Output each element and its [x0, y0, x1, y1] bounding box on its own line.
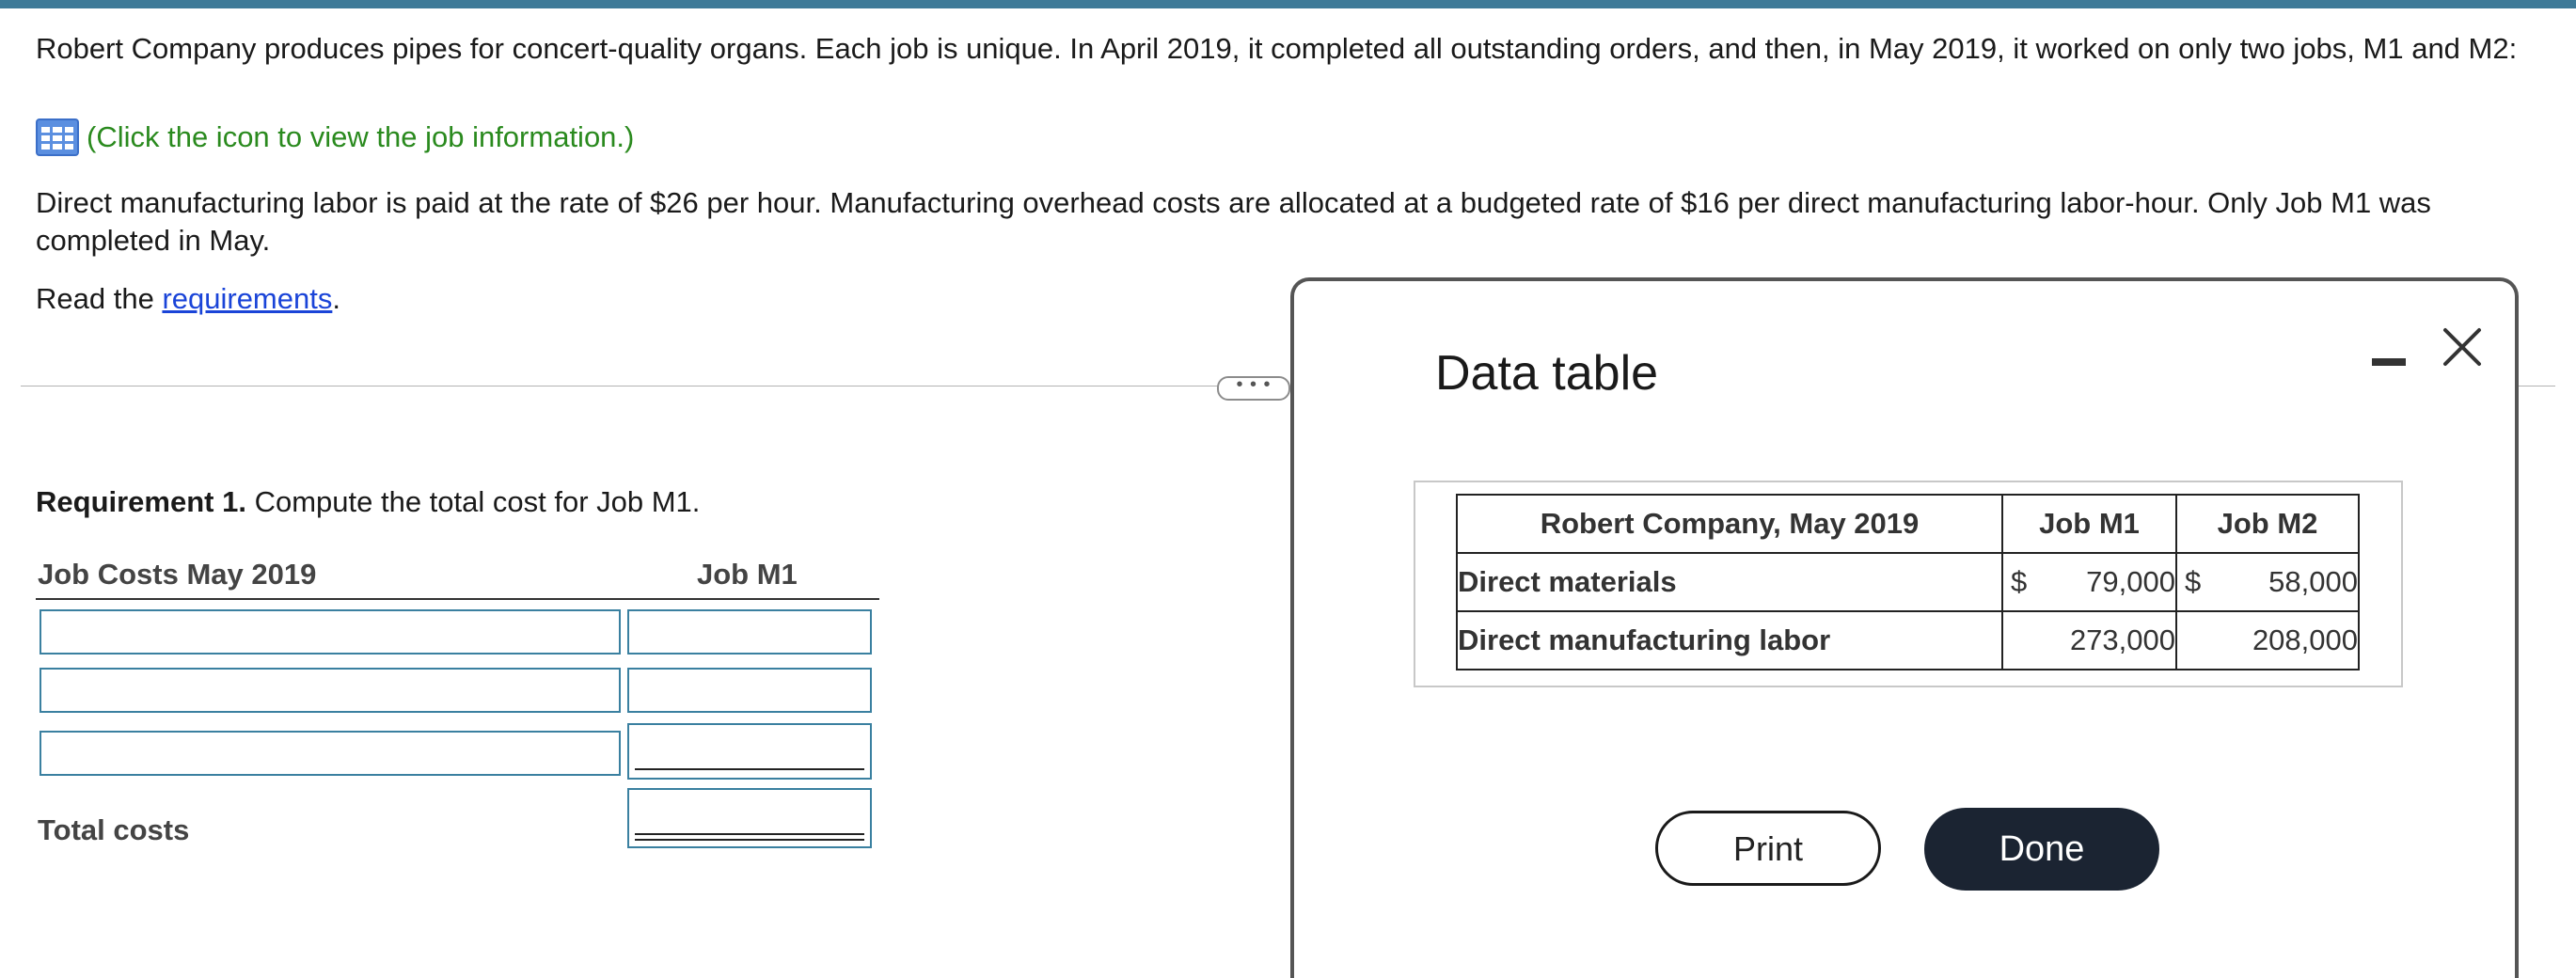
read-prefix: Read the — [36, 282, 163, 315]
job-costs-header: Job Costs May 2019 — [38, 558, 317, 591]
job-m1-header: Job M1 — [697, 558, 798, 591]
job-info-table: Robert Company, May 2019 Job M1 Job M2 D… — [1456, 494, 2360, 670]
cost-label-input-3[interactable] — [40, 731, 621, 776]
total-costs-input[interactable] — [627, 788, 872, 848]
job-info-link[interactable]: (Click the icon to view the job informat… — [87, 120, 634, 154]
currency-symbol: $ — [2185, 565, 2202, 598]
data-table-container: Robert Company, May 2019 Job M1 Job M2 D… — [1414, 481, 2403, 687]
table-header-job-m2: Job M2 — [2175, 494, 2360, 554]
cell-m2: 208,000 — [2175, 610, 2360, 670]
close-icon[interactable] — [2436, 321, 2489, 373]
expand-dots-button[interactable]: • • • — [1217, 375, 1290, 401]
cell-m1: $79,000 — [2001, 552, 2177, 612]
requirement-text: Compute the total cost for Job M1. — [245, 485, 701, 518]
data-table-icon[interactable] — [36, 118, 79, 156]
cost-label-input-1[interactable] — [40, 609, 621, 655]
top-accent-bar — [0, 0, 2576, 8]
dialog-title: Data table — [1435, 346, 1659, 401]
requirement-number: Requirement 1. — [36, 485, 246, 518]
cost-amount-input-1[interactable] — [627, 609, 872, 655]
cell-value: 58,000 — [2268, 565, 2358, 598]
cost-amount-input-2[interactable] — [627, 668, 872, 713]
job-info-link-row[interactable]: (Click the icon to view the job informat… — [36, 118, 634, 156]
requirement-1-prompt: Requirement 1. Compute the total cost fo… — [36, 483, 700, 521]
cell-value: 208,000 — [2252, 623, 2358, 656]
cell-value: 273,000 — [2069, 623, 2175, 656]
cost-amount-input-3[interactable] — [627, 723, 872, 780]
table-row: Direct materials $79,000 $58,000 — [1456, 552, 2360, 612]
cell-m1: 273,000 — [2001, 610, 2177, 670]
currency-symbol: $ — [2011, 565, 2028, 598]
minimize-icon[interactable] — [2368, 339, 2410, 381]
data-table-dialog: Data table Robert Company, May 2019 Job … — [1290, 277, 2519, 978]
table-header-job-m1: Job M1 — [2001, 494, 2177, 554]
table-header-company: Robert Company, May 2019 — [1456, 494, 2003, 554]
labor-overhead-text: Direct manufacturing labor is paid at th… — [36, 186, 2431, 257]
table-row: Direct manufacturing labor 273,000 208,0… — [1456, 610, 2360, 670]
problem-intro-text: Robert Company produces pipes for concer… — [36, 32, 2518, 65]
requirements-link[interactable]: requirements — [162, 282, 332, 315]
cell-value: 79,000 — [2086, 565, 2175, 598]
done-button[interactable]: Done — [1924, 808, 2159, 891]
print-button[interactable]: Print — [1655, 811, 1881, 886]
row-label: Direct manufacturing labor — [1456, 610, 2003, 670]
read-suffix: . — [332, 282, 340, 315]
read-requirements-line: Read the requirements. — [36, 280, 340, 318]
total-costs-label: Total costs — [38, 813, 190, 846]
table-header-row: Robert Company, May 2019 Job M1 Job M2 — [1456, 494, 2360, 554]
header-rule — [36, 598, 879, 600]
cost-label-input-2[interactable] — [40, 668, 621, 713]
row-label: Direct materials — [1456, 552, 2003, 612]
cell-m2: $58,000 — [2175, 552, 2360, 612]
